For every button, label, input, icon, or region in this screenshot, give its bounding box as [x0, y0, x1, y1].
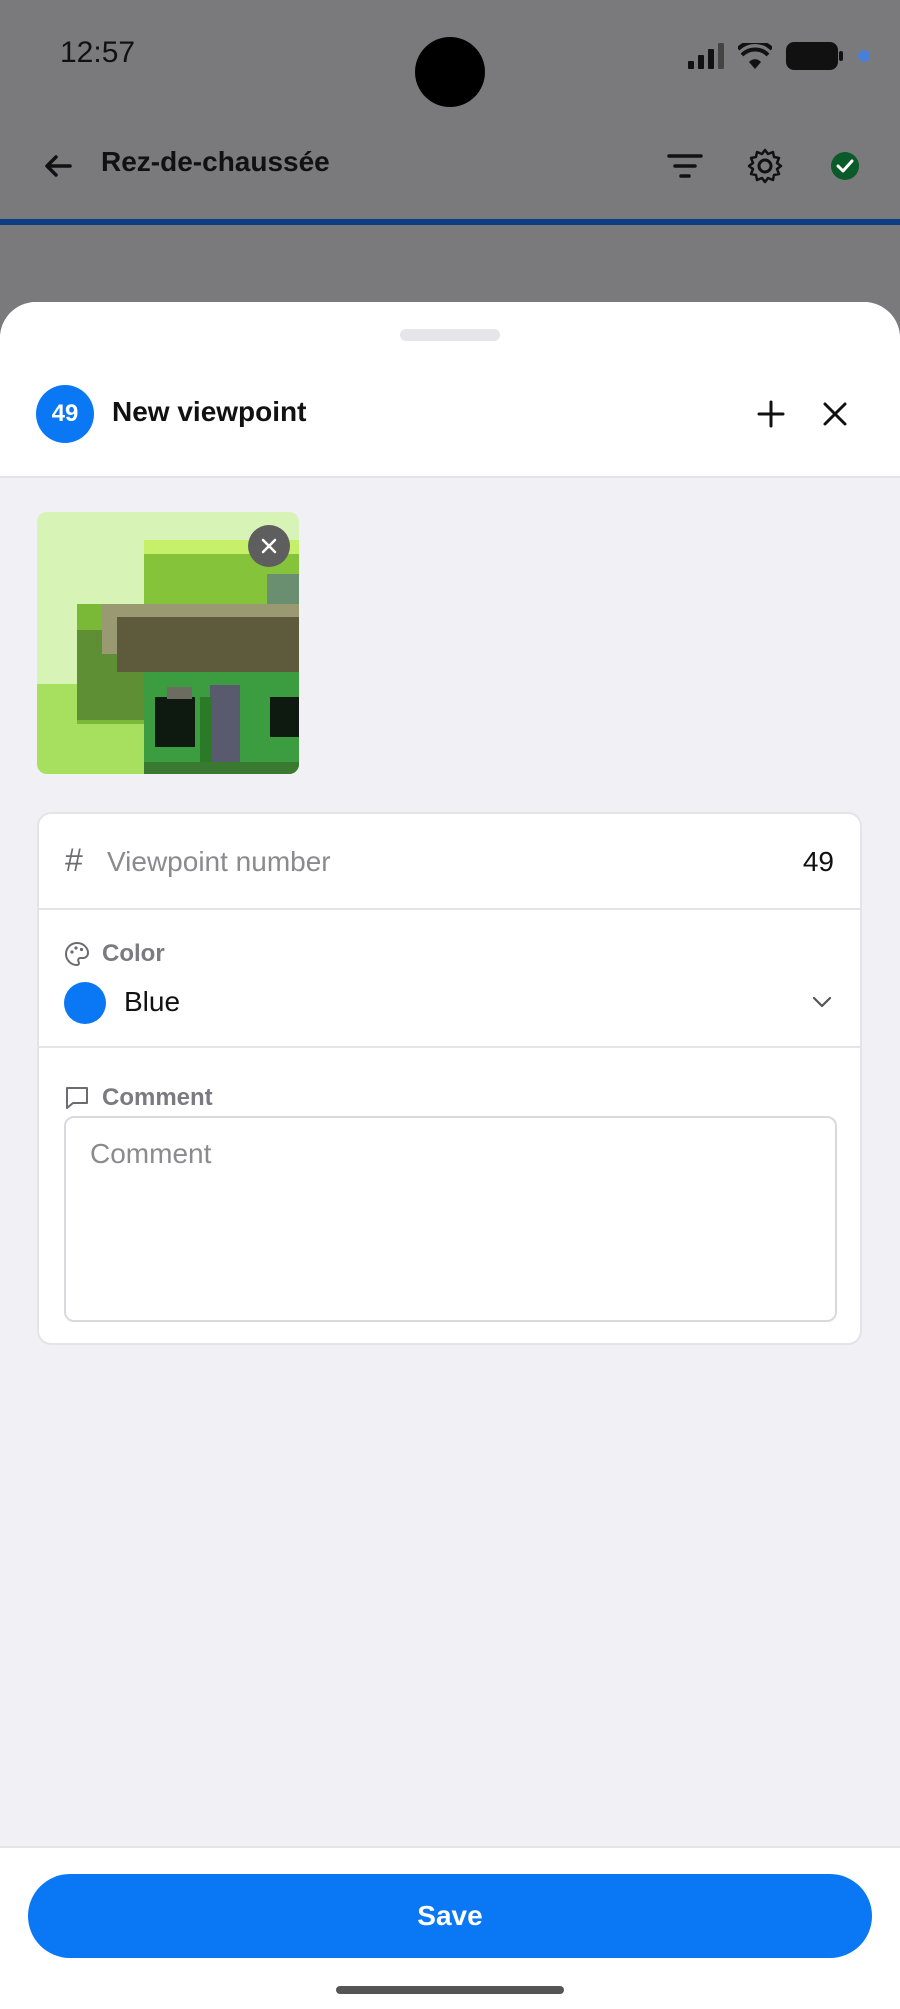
back-arrow-icon[interactable] [38, 146, 78, 186]
progress-line [0, 219, 900, 225]
chevron-down-icon [812, 996, 832, 1008]
chat-bubble-icon [66, 1087, 88, 1109]
viewpoint-number-label: Viewpoint number [107, 846, 331, 877]
viewpoint-badge: 49 [36, 385, 94, 443]
check-circle-icon[interactable] [825, 146, 865, 186]
viewpoint-number-row[interactable]: # Viewpoint number 49 [39, 814, 860, 910]
color-label: Color [102, 940, 165, 967]
status-time: 12:57 [60, 36, 136, 69]
color-select[interactable]: Color Blue [39, 908, 860, 1048]
viewpoint-number-value[interactable]: 49 [803, 846, 834, 878]
palette-icon [65, 941, 90, 967]
close-button[interactable] [815, 394, 855, 434]
close-icon [823, 402, 847, 426]
signal-icon [688, 43, 724, 69]
status-bar: 12:57 [0, 0, 900, 110]
comment-input[interactable] [64, 1116, 837, 1322]
sheet-footer: Save [0, 1846, 900, 2009]
wifi-icon [738, 43, 772, 69]
plus-icon [757, 400, 785, 428]
status-icons [688, 36, 870, 76]
camera-cutout [415, 37, 485, 107]
sheet-title: New viewpoint [112, 396, 307, 427]
close-icon [261, 538, 277, 554]
drag-handle[interactable] [400, 329, 500, 341]
add-button[interactable] [751, 394, 791, 434]
comment-label: Comment [102, 1084, 213, 1111]
hash-icon: # [65, 842, 83, 878]
color-swatch [64, 982, 106, 1024]
new-viewpoint-sheet: 49 New viewpoint # Viewpoint number 49 C… [0, 302, 900, 2009]
save-button[interactable]: Save [28, 1874, 872, 1958]
home-indicator[interactable] [336, 1986, 564, 1994]
sheet-header: 49 New viewpoint [0, 302, 900, 478]
remove-image-button[interactable] [248, 525, 290, 567]
viewpoint-form: # Viewpoint number 49 Color Blue Comment [37, 812, 862, 1345]
page-title: Rez-de-chaussée [101, 146, 330, 177]
battery-icon [786, 42, 843, 70]
filter-icon[interactable] [665, 146, 705, 186]
gear-icon[interactable] [745, 146, 785, 186]
color-value: Blue [124, 986, 181, 1017]
privacy-dot-icon [858, 50, 870, 62]
